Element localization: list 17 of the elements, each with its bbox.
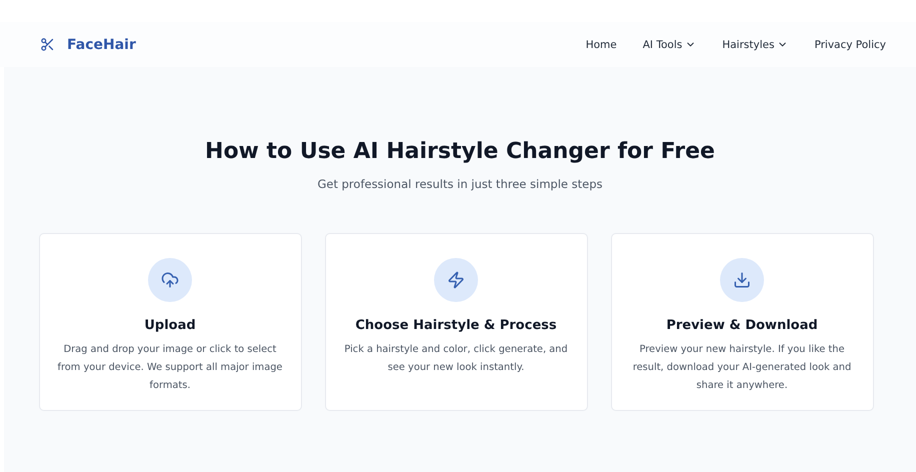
section-subtitle: Get professional results in just three simple steps xyxy=(317,177,602,191)
nav-dropdown[interactable]: Hairstyles xyxy=(722,38,788,50)
download-icon xyxy=(733,271,751,289)
site-logo[interactable]: FaceHair xyxy=(67,36,136,52)
step-title: Upload xyxy=(144,318,196,333)
step-title: Choose Hairstyle & Process xyxy=(355,318,557,333)
lightning-icon xyxy=(447,271,465,289)
nav-dropdown[interactable]: AI Tools xyxy=(642,38,696,50)
step-description: Drag and drop your image or click to select from your device. We support all major image formats. xyxy=(56,343,284,393)
nav-link[interactable]: Privacy Policy xyxy=(814,38,886,50)
step-description: Preview your new hairstyle. If you like the result, download your AI-generated look and share it anywhere. xyxy=(632,343,852,393)
nav-link[interactable]: Home xyxy=(586,38,617,50)
step-title: Preview & Download xyxy=(666,318,818,333)
step-description: Pick a hairstyle and color, click generate, and see your new look instantly. xyxy=(343,343,569,375)
scissors-icon xyxy=(40,37,55,52)
section-title: How to Use AI Hairstyle Changer for Free xyxy=(205,139,715,164)
cloud-upload-icon xyxy=(161,271,179,289)
